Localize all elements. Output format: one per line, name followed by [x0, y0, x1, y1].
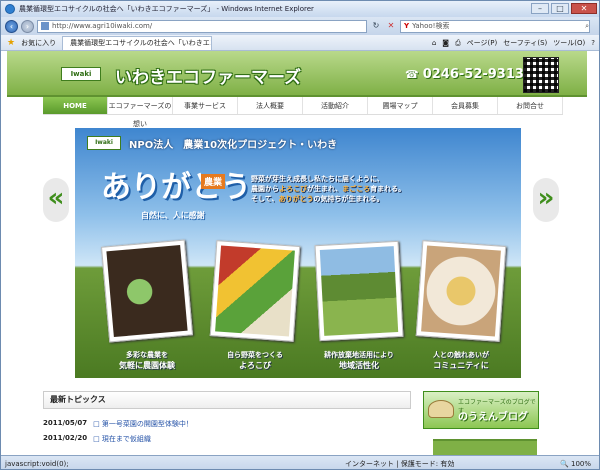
hero-text-line2: 農園からよろこびが生まれ、まごころ育まれる。: [251, 185, 406, 193]
window-title: 農業循環型エコサイクルの社会へ「いわきエコファーマーズ」 - Windows I…: [19, 5, 314, 13]
list-item: 2011/05/07 □ 第一号菜園の開園型体験中！: [43, 419, 411, 429]
stop-icon[interactable]: ✕: [385, 20, 397, 32]
straw-hat-icon: [428, 400, 454, 418]
home-icon[interactable]: ⌂: [432, 39, 436, 47]
address-bar-row: ‹ › http://www.agri10iwaki.com/ ↻ ✕ Y Ya…: [1, 17, 599, 35]
tools-menu[interactable]: ツール(O): [553, 38, 585, 48]
hero-npo-title: NPO法人 農業10次化プロジェクト・いわき: [129, 140, 338, 151]
status-bar: javascript:void(0); インターネット | 保護モード: 有効 …: [1, 455, 599, 469]
ie-logo-icon: [5, 4, 15, 14]
phone-number: ☎ 0246-52-9313: [405, 67, 524, 82]
title-bar: 農業循環型エコサイクルの社会へ「いわきエコファーマーズ」 - Windows I…: [1, 1, 599, 17]
minimize-button[interactable]: –: [531, 3, 549, 14]
news-link[interactable]: □ 第一号菜園の開園型体験中！: [93, 419, 193, 429]
caption-3: 耕作放棄地活用により 地域活性化: [324, 351, 394, 370]
phone-icon: ☎: [405, 68, 419, 81]
topics-heading: 最新トピックス: [43, 391, 411, 409]
site-name[interactable]: いわきエコファーマーズ: [115, 63, 301, 88]
page-icon: [41, 22, 49, 30]
hero-text-line3: そして、ありがとうの気持ちが生まれる。: [251, 195, 384, 203]
blog-banner[interactable]: エコファーマーズのブログです のうえんブログ: [423, 391, 539, 429]
hero-subtitle: 自然に、人に感謝: [141, 211, 205, 220]
nav-item-contact[interactable]: お問合せ: [498, 97, 563, 114]
favorites-star-icon[interactable]: ★: [7, 38, 15, 48]
safety-menu[interactable]: セーフティ(S): [503, 38, 547, 48]
hero-logo: Iwaki: [87, 136, 121, 150]
site-logo[interactable]: Iwaki: [61, 67, 101, 81]
nav-item-home[interactable]: HOME: [43, 97, 108, 114]
nav-item-members[interactable]: 会員募集: [433, 97, 498, 114]
caption-4: 人との触れあいが コミュニティに: [433, 351, 489, 370]
news-date: 2011/05/07: [43, 419, 88, 427]
yahoo-icon: Y: [404, 22, 410, 30]
nav-item-field-map[interactable]: 圃場マップ: [368, 97, 433, 114]
nav-item-services[interactable]: 事業サービス: [173, 97, 238, 114]
browser-tab[interactable]: 農業循環型エコサイクルの社会へ「いわきエコ...: [62, 35, 213, 50]
photo-seedlings: [100, 239, 194, 343]
internet-zone: インターネット | 保護モード: 有効: [345, 459, 455, 468]
address-field[interactable]: http://www.agri10iwaki.com/: [37, 19, 367, 33]
search-field[interactable]: Y Yahoo!検索 ⌕: [400, 19, 590, 33]
hero-text: 野菜が芽生え成長し私たちに届くように、 農園からよろこびが生まれ、まごころ育まれ…: [251, 174, 405, 204]
print-icon[interactable]: ⎙: [455, 39, 461, 48]
nav-item-activities[interactable]: 活動紹介: [303, 97, 368, 114]
address-text: http://www.agri10iwaki.com/: [52, 22, 153, 30]
blog-banner-title: のうえんブログ: [458, 412, 528, 423]
photo-farmland: [314, 240, 404, 342]
favorites-bar: ★ お気に入り 農業循環型エコサイクルの社会へ「いわきエコ... ⌂ ◙ ⎙ ペ…: [1, 35, 599, 51]
web-page: Iwaki いわきエコファーマーズ ☎ 0246-52-9313 HOME エコフ…: [1, 51, 599, 455]
caption-1: 多彩な農業を 気軽に農園体験: [119, 351, 175, 370]
qr-code: [523, 57, 559, 93]
help-icon[interactable]: ?: [591, 39, 595, 47]
zoom-level[interactable]: 🔍 100%: [560, 460, 591, 468]
site-header: Iwaki いわきエコファーマーズ ☎ 0246-52-9313: [7, 51, 587, 97]
back-button[interactable]: ‹: [5, 19, 18, 33]
feeds-icon[interactable]: ◙: [442, 39, 449, 47]
browser-window: 農業循環型エコサイクルの社会へ「いわきエコファーマーズ」 - Windows I…: [0, 0, 600, 470]
close-window-button[interactable]: ✕: [571, 3, 597, 14]
photo-vegetables: [209, 240, 301, 342]
nav-item-philosophy[interactable]: エコファーマーズの想い: [108, 97, 173, 128]
carousel-prev-button[interactable]: «: [43, 178, 69, 222]
maximize-button[interactable]: □: [551, 3, 569, 14]
caption-2: 自ら野菜をつくる よろこび: [227, 351, 283, 370]
forward-button[interactable]: ›: [21, 19, 34, 33]
list-item: 2011/02/20 □ 現在まで仮組織: [43, 434, 411, 444]
news-link[interactable]: □ 現在まで仮組織: [93, 434, 151, 444]
phone-text: 0246-52-9313: [422, 67, 524, 82]
hero-headline: ありがとう: [101, 170, 251, 205]
hero-text-line1: 野菜が芽生え成長し私たちに届くように、: [251, 175, 384, 183]
nav-item-company[interactable]: 法人概要: [238, 97, 303, 114]
main-nav: HOME エコファーマーズの想い 事業サービス 法人概要 活動紹介 圃場マップ …: [43, 97, 563, 128]
hero-agriculture-tag: 農業: [201, 174, 226, 189]
page-menu[interactable]: ページ(P): [467, 38, 498, 48]
hero-banner: Iwaki NPO法人 農業10次化プロジェクト・いわき ありがとう 農業 自然…: [75, 128, 521, 378]
favorites-label[interactable]: お気に入り: [21, 38, 56, 48]
carousel-next-button[interactable]: »: [533, 178, 559, 222]
photo-salad: [415, 240, 507, 342]
search-icon[interactable]: ⌕: [585, 22, 589, 31]
status-text: javascript:void(0);: [5, 459, 69, 468]
refresh-icon[interactable]: ↻: [370, 20, 382, 32]
side-banner[interactable]: [433, 439, 537, 455]
news-date: 2011/02/20: [43, 434, 88, 442]
tab-label: 農業循環型エコサイクルの社会へ「いわきエコ...: [70, 39, 213, 47]
search-placeholder: Yahoo!検索: [412, 22, 450, 30]
